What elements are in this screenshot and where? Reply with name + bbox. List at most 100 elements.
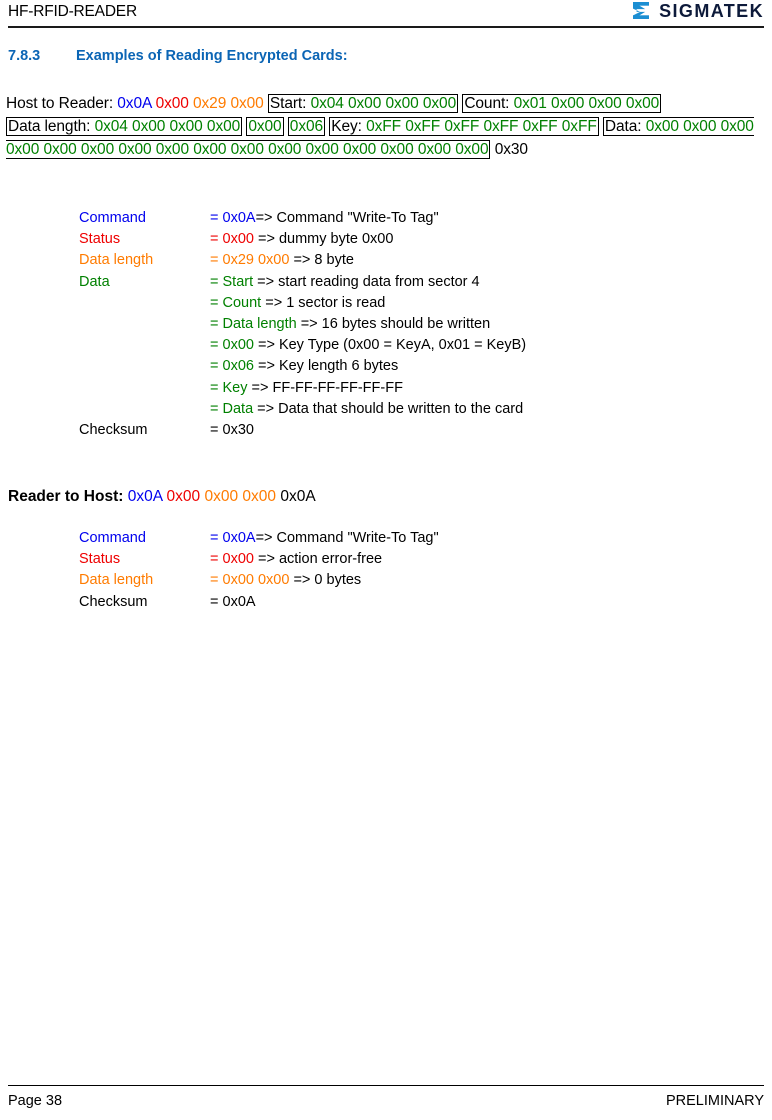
keytype-field-box: 0x00 xyxy=(246,117,284,136)
host-desc-explanation: => FF-FF-FF-FF-FF-FF xyxy=(247,379,403,396)
data-byte-8: 0x00 xyxy=(193,141,227,158)
host-desc-label: Data xyxy=(79,273,110,290)
host-desc-label xyxy=(79,399,210,420)
host-desc-hexvalue: 0x00 xyxy=(222,231,254,248)
reader-desc-hexvalue: 0x0A xyxy=(222,530,256,546)
key-field-box: Key: 0xFF 0xFF 0xFF 0xFF 0xFF 0xFF xyxy=(329,117,599,136)
start-byte-2: 0x00 xyxy=(385,95,419,112)
host-desc-value: = 0x30 xyxy=(210,420,254,441)
reader-desc-hexvalue: 0x00 0x00 xyxy=(222,572,290,589)
key-byte-4: 0xFF xyxy=(522,118,558,135)
datalength-byte-1: 0x00 xyxy=(132,118,166,135)
datalength-byte-2: 0x00 xyxy=(169,118,203,135)
reader-desc-row: Checksum = 0x0A xyxy=(79,592,439,613)
reader-desc-value: = 0x00 => action error-free xyxy=(210,549,382,570)
host-desc-explanation: => 1 sector is read xyxy=(261,294,386,311)
host-desc-label: Command xyxy=(79,210,146,226)
count-byte-3: 0x00 xyxy=(625,95,660,112)
host-desc-equals: = xyxy=(210,337,223,354)
host-desc-label xyxy=(79,314,210,335)
count-byte-2: 0x00 xyxy=(588,95,622,112)
reader-desc-row: Command = 0x0A=> Command "Write-To Tag" xyxy=(79,528,439,549)
host-desc-explanation: => start reading data from sector 4 xyxy=(253,273,480,290)
data-byte-9: 0x00 xyxy=(230,141,264,158)
reader-checksum-byte: 0x0A xyxy=(280,488,316,505)
data-byte-3: 0x00 xyxy=(6,141,40,158)
host-desc-hexvalue: 0x29 0x00 xyxy=(222,252,290,269)
host-desc-row: = 0x00 => Key Type (0x00 = KeyA, 0x01 = … xyxy=(79,335,526,356)
document-status: PRELIMINARY xyxy=(665,1093,764,1109)
reader-desc-equals: = xyxy=(210,593,223,610)
host-desc-value: = 0x06 => Key length 6 bytes xyxy=(210,356,398,377)
brand-logo: SIGMATEK xyxy=(632,1,764,20)
data-byte-1: 0x00 xyxy=(683,118,717,135)
host-desc-explanation: => 8 byte xyxy=(289,252,354,269)
reader-desc-label: Data length xyxy=(79,572,154,589)
host-desc-hexvalue: Data xyxy=(222,400,254,417)
host-desc-value: = Data length => 16 bytes should be writ… xyxy=(210,314,490,335)
host-desc-row: Status = 0x00 => dummy byte 0x00 xyxy=(79,229,526,250)
reader-desc-hexvalue: 0x00 xyxy=(222,551,254,568)
host-desc-hexvalue: 0x30 xyxy=(222,422,254,439)
reader-desc-row: Status = 0x00 => action error-free xyxy=(79,549,439,570)
host-to-reader-telegram: Host to Reader: 0x0A 0x00 0x29 0x00 Star… xyxy=(6,92,768,161)
reader-desc-row: Data length = 0x00 0x00 => 0 bytes xyxy=(79,570,439,591)
header-divider xyxy=(8,26,764,28)
sigmatek-sigma-icon xyxy=(633,2,650,19)
datalength-byte-0: 0x04 xyxy=(94,118,128,135)
host-desc-equals: = xyxy=(210,316,223,333)
host-desc-row: = Data => Data that should be written to… xyxy=(79,399,526,420)
data-byte-11: 0x00 xyxy=(305,141,339,158)
host-desc-explanation: => Key Type (0x00 = KeyA, 0x01 = KeyB) xyxy=(253,337,527,354)
host-desc-hexvalue: Count xyxy=(222,294,262,311)
data-field-label: Data: xyxy=(604,118,642,135)
host-desc-row: = 0x06 => Key length 6 bytes xyxy=(79,356,526,377)
host-desc-label: Status xyxy=(79,231,121,248)
reader-desc-label: Command xyxy=(79,530,146,546)
count-byte-0: 0x01 xyxy=(513,95,547,112)
host-desc-equals: = xyxy=(210,422,223,439)
reader-desc-value: = 0x00 0x00 => 0 bytes xyxy=(210,570,361,591)
host-desc-value: = 0x00 => dummy byte 0x00 xyxy=(210,229,393,250)
data-byte-0: 0x00 xyxy=(645,118,679,135)
reader-to-host-label: Reader to Host: xyxy=(8,488,124,505)
start-field-box: Start: 0x04 0x00 0x00 0x00 xyxy=(267,94,459,113)
host-desc-value: = 0x29 0x00 => 8 byte xyxy=(210,250,354,271)
datalength-field-box: Data length: 0x04 0x00 0x00 0x00 xyxy=(6,117,243,136)
footer-divider xyxy=(8,1085,764,1086)
reader-desc-label: Checksum xyxy=(79,593,148,610)
host-datalength-byte-1: 0x00 xyxy=(230,95,264,112)
host-desc-value: = Data => Data that should be written to… xyxy=(210,399,523,420)
data-byte-14: 0x00 xyxy=(417,141,452,158)
data-byte-12: 0x00 xyxy=(342,141,377,158)
host-desc-value: = Key => FF-FF-FF-FF-FF-FF xyxy=(210,378,403,399)
section-heading: 7.8.3 Examples of Reading Encrypted Cards… xyxy=(8,48,748,64)
datalength-field-label: Data length: xyxy=(8,118,91,135)
host-desc-equals: = xyxy=(210,231,223,248)
key-byte-2: 0xFF xyxy=(444,118,480,135)
host-desc-label: Checksum xyxy=(79,422,148,439)
host-checksum-byte: 0x30 xyxy=(494,141,528,158)
reader-datalength-byte-1: 0x00 xyxy=(242,488,277,505)
reader-datalength-byte-0: 0x00 xyxy=(204,488,239,505)
page-number: Page 38 xyxy=(8,1093,63,1109)
reader-status-byte: 0x00 xyxy=(166,488,201,505)
data-byte-7: 0x00 xyxy=(155,141,189,158)
key-byte-3: 0xFF xyxy=(483,118,519,135)
host-desc-value: = 0x00 => Key Type (0x00 = KeyA, 0x01 = … xyxy=(210,335,526,356)
host-desc-row: = Data length => 16 bytes should be writ… xyxy=(79,314,526,335)
reader-desc-equals: = xyxy=(210,551,223,568)
reader-desc-label: Status xyxy=(79,551,121,568)
start-byte-0: 0x04 xyxy=(310,95,344,112)
host-desc-equals: = xyxy=(210,252,223,269)
host-desc-equals: = xyxy=(210,358,223,375)
reader-desc-equals: = xyxy=(210,572,223,589)
host-desc-explanation: => Command "Write-To Tag" xyxy=(255,210,439,226)
key-byte-0: 0xFF xyxy=(366,118,401,135)
host-desc-hexvalue: Key xyxy=(222,379,248,396)
data-byte-13: 0x00 xyxy=(380,141,414,158)
host-desc-value: = Start => start reading data from secto… xyxy=(210,272,480,293)
start-byte-3: 0x00 xyxy=(422,95,457,112)
host-desc-value: = 0x0A=> Command "Write-To Tag" xyxy=(210,208,439,229)
host-desc-equals: = xyxy=(210,294,223,311)
